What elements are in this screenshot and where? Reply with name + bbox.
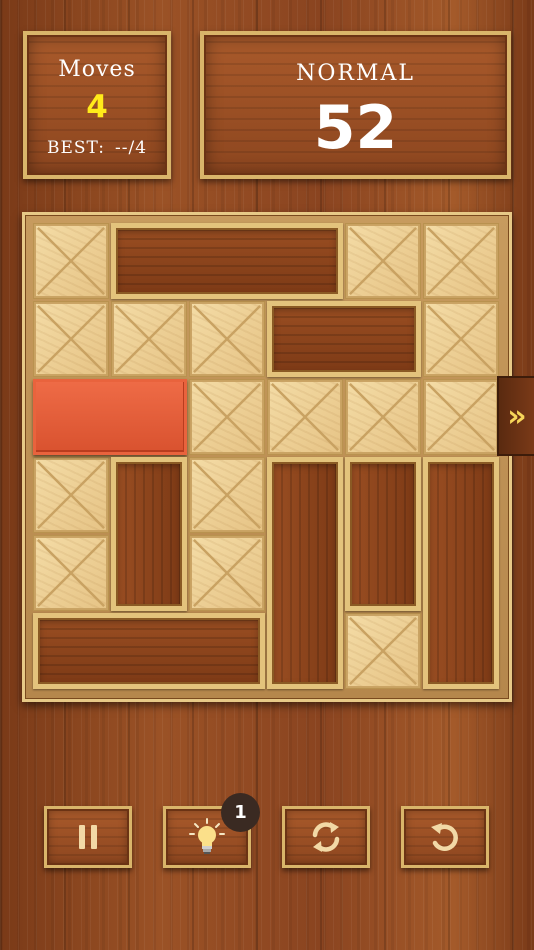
board-cell <box>33 535 109 611</box>
board-cell <box>345 223 421 299</box>
difficulty-label: NORMAL <box>296 61 415 86</box>
board-cell <box>423 379 499 455</box>
board-cell <box>345 379 421 455</box>
vertical-block[interactable] <box>423 457 499 689</box>
board-cell <box>33 223 109 299</box>
horizontal-block[interactable] <box>111 223 343 299</box>
restart-button[interactable] <box>282 806 370 868</box>
horizontal-block[interactable] <box>267 301 421 377</box>
double-chevron-right-icon: » <box>507 398 527 434</box>
moves-label: Moves <box>58 57 136 82</box>
horizontal-block[interactable] <box>33 613 265 689</box>
moves-panel: Moves 4 BEST: --/4 <box>23 31 171 179</box>
board-cell <box>189 301 265 377</box>
puzzle-board <box>22 212 512 702</box>
board-cell <box>345 613 421 689</box>
board-cell <box>33 301 109 377</box>
lightbulb-icon <box>189 818 225 854</box>
hint-count-badge: 1 <box>221 793 260 832</box>
best-score: BEST: --/4 <box>27 138 167 158</box>
board-cell <box>267 379 343 455</box>
moves-count: 4 <box>86 89 108 125</box>
target-block[interactable] <box>33 379 187 455</box>
board-cell <box>423 301 499 377</box>
vertical-block[interactable] <box>267 457 343 689</box>
best-value: --/4 <box>114 138 148 158</box>
board-cell <box>33 457 109 533</box>
board-cell <box>189 535 265 611</box>
exit-marker: » <box>497 376 534 456</box>
pause-icon <box>79 825 97 849</box>
level-panel: NORMAL 52 <box>200 31 511 179</box>
undo-icon <box>431 823 458 851</box>
board-cell <box>189 457 265 533</box>
undo-button[interactable] <box>401 806 489 868</box>
board-cell <box>111 301 187 377</box>
vertical-block[interactable] <box>111 457 187 611</box>
pause-button[interactable] <box>44 806 132 868</box>
refresh-icon <box>312 822 340 852</box>
board-cell <box>423 223 499 299</box>
board-cell <box>189 379 265 455</box>
level-number: 52 <box>313 93 398 163</box>
best-label: BEST: <box>46 138 105 158</box>
vertical-block[interactable] <box>345 457 421 611</box>
